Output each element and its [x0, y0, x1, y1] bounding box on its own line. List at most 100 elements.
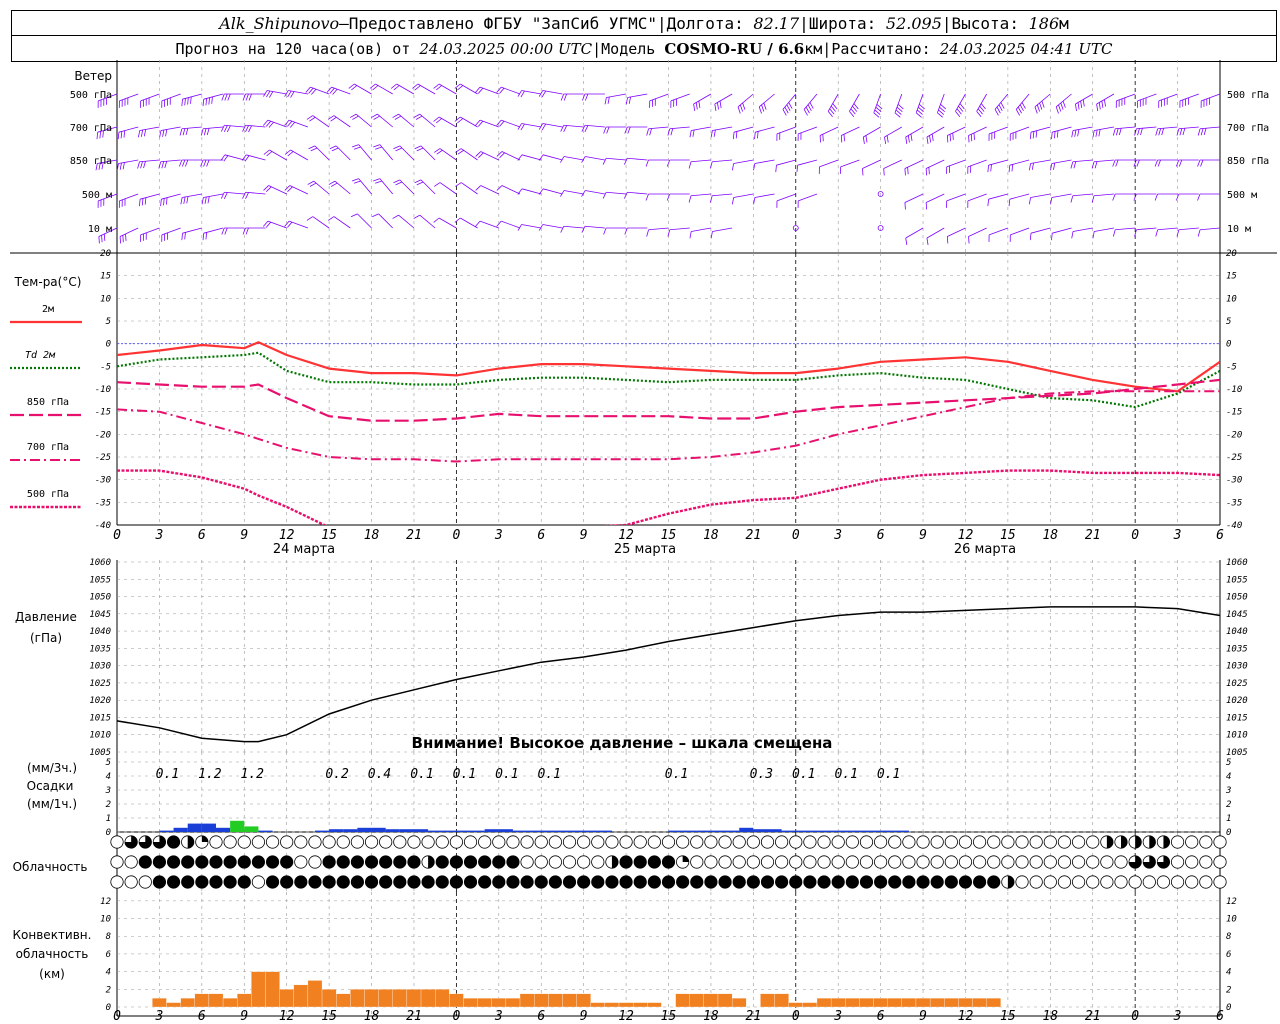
wind-level-label-left: 500 гПа	[70, 90, 112, 101]
precip-amount-label: 0.1	[877, 767, 900, 782]
cloud-cover-fill	[153, 875, 166, 889]
wind-barb-feather	[698, 100, 701, 108]
wind-level-label-left: 700 гПа	[70, 123, 112, 134]
conv-bar	[321, 989, 337, 1008]
wind-barb-feather	[1019, 104, 1024, 112]
wind-barb-feather	[1074, 129, 1077, 137]
precip-bar	[894, 830, 909, 832]
wind-barb-feather	[211, 96, 213, 104]
wind-barb-shaft	[1115, 227, 1136, 231]
wind-barb-feather	[1051, 233, 1053, 241]
temp-ytick-left: -30	[95, 476, 111, 486]
wind-barb-shaft	[460, 217, 478, 229]
wind-barb-shaft	[521, 188, 542, 195]
cloud-cover-fill	[167, 875, 180, 889]
wind-barb-feather	[245, 227, 249, 235]
conv-bar	[293, 984, 309, 1008]
cloud-cover-fill	[549, 875, 562, 889]
cloud-cover-circle	[110, 855, 124, 869]
wind-barb-feather	[200, 128, 204, 136]
wind-barb-shaft	[542, 224, 563, 229]
cloud-cover-fill	[365, 875, 378, 889]
wind-barb-feather	[375, 180, 382, 184]
wind-barb-feather	[454, 116, 461, 122]
wind-barb-shaft	[563, 225, 584, 229]
wind-barb-feather	[201, 197, 204, 205]
cloud-cover-fill	[888, 875, 901, 889]
cloud-cover-circle	[124, 875, 138, 889]
wind-barb-feather	[351, 144, 359, 148]
cloud-cover-fill	[987, 875, 1000, 889]
cloud-cover-circle	[393, 835, 407, 849]
conv-bar	[378, 989, 393, 1008]
wind-barb-feather	[122, 235, 124, 243]
cloud-cover-circle	[605, 835, 619, 849]
cloud-cover-circle	[1086, 835, 1100, 849]
wind-barb-feather	[958, 105, 964, 112]
pressure-ytick-right: 1055	[1226, 575, 1248, 585]
wind-barb-feather	[328, 180, 336, 185]
precip-amount-label: 1.2	[198, 767, 222, 782]
wind-barb-feather	[454, 217, 461, 223]
hour-tick-label: 21	[1085, 528, 1101, 543]
wind-barb-feather	[1178, 159, 1183, 167]
precip-bar	[428, 830, 443, 832]
wind-barb-shaft	[398, 214, 415, 229]
conv-bar	[929, 998, 945, 1008]
cloud-cover-circle	[1071, 855, 1086, 869]
cloud-cover-circle	[1100, 875, 1114, 889]
conv-ytick-left: 6	[106, 950, 111, 960]
wind-barb-feather	[807, 104, 812, 112]
hour-tick-label: 9	[919, 1009, 927, 1024]
wind-barb-feather	[928, 167, 930, 175]
cloud-cover-circle	[958, 835, 973, 849]
wind-barb-feather	[98, 236, 100, 244]
cloud-cover-fill	[803, 875, 817, 889]
wind-barb-feather	[190, 96, 192, 104]
hour-tick-label: 15	[1000, 528, 1016, 543]
wind-barb-feather	[287, 90, 292, 98]
hour-tick-label: 9	[580, 528, 588, 543]
precip-bar	[484, 829, 499, 832]
temp-ytick-right: -40	[1226, 521, 1242, 531]
cloud-cover-fill	[266, 875, 279, 889]
precip-ytick-left: 4	[106, 772, 111, 782]
wind-barb-feather	[202, 99, 205, 107]
pressure-ytick-left: 1035	[89, 644, 111, 654]
cloud-cover-fill	[506, 855, 520, 869]
wind-barb-feather	[287, 151, 294, 157]
wind-barb-feather	[306, 115, 313, 120]
cloud-cover-circle	[1170, 855, 1185, 869]
conv-bar	[816, 998, 832, 1008]
temp-ytick-left: 0	[106, 340, 111, 350]
precip-amount-label: 0.1	[495, 767, 518, 782]
wind-level-label-right: 500 гПа	[1227, 90, 1269, 101]
hour-tick-label: 15	[321, 528, 337, 543]
cloud-cover-circle	[223, 835, 237, 849]
cloud-cover-circle	[435, 835, 449, 849]
wind-barb-feather	[1050, 197, 1053, 205]
wind-barb-feather	[331, 147, 339, 152]
wind-barb-feather	[457, 118, 464, 124]
cloud-cover-circle	[110, 875, 124, 889]
wind-barb-shaft	[480, 151, 499, 161]
wind-barb-feather	[1070, 195, 1074, 203]
wind-barb-feather	[1112, 193, 1116, 201]
cloud-cover-fill	[223, 855, 237, 869]
hour-tick-label: 0	[452, 1009, 460, 1024]
wind-barb-feather	[1112, 159, 1116, 167]
wind-barb-feather	[925, 202, 928, 210]
wind-barb-shaft	[543, 188, 563, 195]
wind-barb-feather	[649, 128, 652, 136]
cloud-cover-sector	[201, 835, 209, 842]
wind-barb-feather	[1161, 128, 1165, 136]
conv-bar	[491, 998, 507, 1008]
cloud-cover-circle	[1015, 855, 1029, 869]
conv-bar	[972, 998, 987, 1008]
cloud-cover-fill	[846, 875, 859, 889]
wind-barb-feather	[1154, 193, 1158, 201]
wind-barb-shaft	[988, 227, 1009, 236]
wind-barb-feather	[853, 103, 859, 110]
wind-barb-feather	[138, 130, 141, 138]
precip-amount-label: 0.1	[537, 767, 560, 782]
